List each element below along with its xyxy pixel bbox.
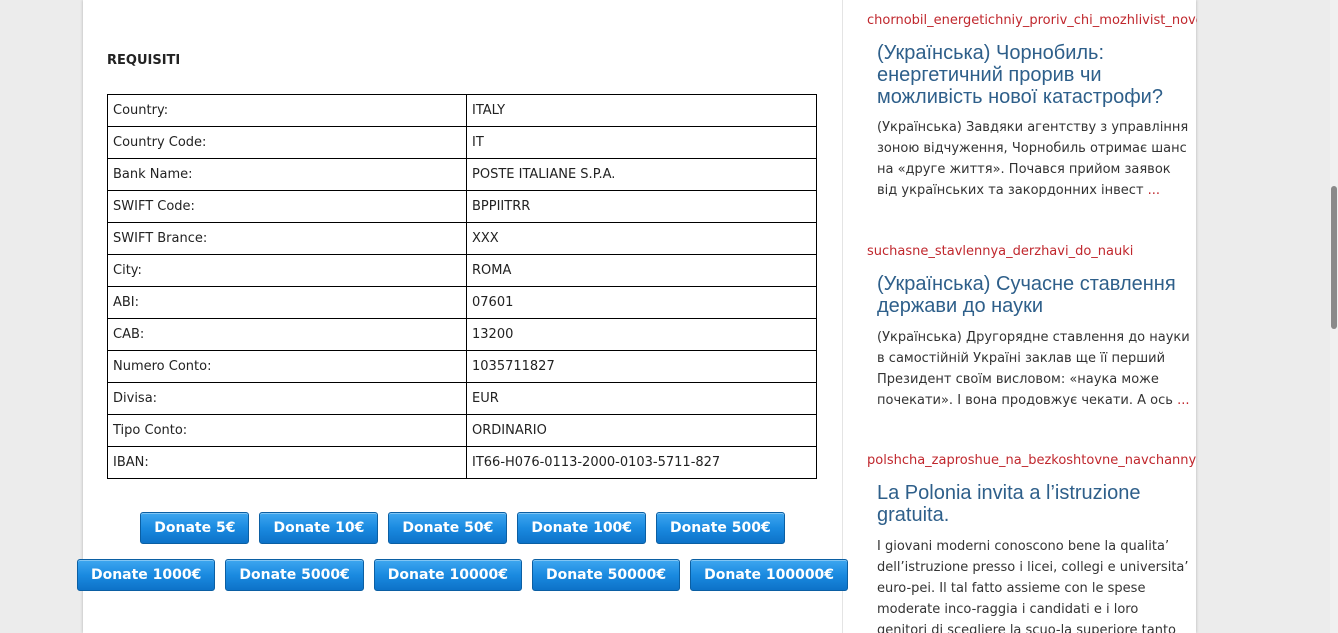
table-row: IBAN: IT66-H076-0113-2000-0103-5711-827 xyxy=(107,446,817,479)
donate-50000-button[interactable]: Donate 50000€ xyxy=(531,559,681,591)
row-value: XXX xyxy=(466,222,817,255)
table-row: SWIFT Brance: XXX xyxy=(107,222,817,255)
row-value: POSTE ITALIANE S.P.A. xyxy=(466,158,817,191)
section-title-requisiti: REQUISITI xyxy=(107,53,181,68)
table-row: SWIFT Code: BPPIITRR xyxy=(107,190,817,223)
row-label: CAB: xyxy=(107,318,467,351)
post-excerpt: (Українська) Завдяки агентству з управлі… xyxy=(877,117,1192,201)
row-label: City: xyxy=(107,254,467,287)
row-label: Country: xyxy=(107,94,467,127)
page-scrollbar[interactable] xyxy=(1330,0,1338,633)
donate-500-button[interactable]: Donate 500€ xyxy=(656,512,785,544)
sidebar: chornobil_energetichniy_proriv_chi_mozhl… xyxy=(867,0,1197,633)
row-label: Numero Conto: xyxy=(107,350,467,383)
post-title-link[interactable]: La Polonia invita a l’istruzione gratuit… xyxy=(877,482,1187,526)
donate-buttons-row-2: Donate 1000€ Donate 5000€ Donate 10000€ … xyxy=(76,559,849,591)
donate-5000-button[interactable]: Donate 5000€ xyxy=(225,559,364,591)
table-row: Bank Name: POSTE ITALIANE S.P.A. xyxy=(107,158,817,191)
row-label: Tipo Conto: xyxy=(107,414,467,447)
row-value: 1035711827 xyxy=(466,350,817,383)
post-excerpt-text: (Українська) Другорядне ставлення до нау… xyxy=(877,330,1190,408)
row-value: ORDINARIO xyxy=(466,414,817,447)
post-slug-link[interactable]: polshcha_zaproshue_na_bezkoshtovne_navch… xyxy=(867,453,1197,468)
read-more-link[interactable]: ... xyxy=(1177,393,1189,408)
donate-1000-button[interactable]: Donate 1000€ xyxy=(76,559,216,591)
table-row: Tipo Conto: ORDINARIO xyxy=(107,414,817,447)
main-content: REQUISITI Country: ITALY Country Code: IT Ba… xyxy=(76,0,849,633)
post-excerpt-text: (Українська) Завдяки агентству з управлі… xyxy=(877,120,1189,198)
post-title-link[interactable]: (Українська) Сучасне ставлення держави д… xyxy=(877,273,1187,317)
row-label: ABI: xyxy=(107,286,467,319)
table-row: CAB: 13200 xyxy=(107,318,817,351)
post-excerpt-text: I giovani moderni conoscono bene la qual… xyxy=(877,539,1189,633)
scrollbar-thumb[interactable] xyxy=(1331,186,1337,329)
post-title-link[interactable]: (Українська) Чорнобиль: енергетичний про… xyxy=(877,42,1187,108)
row-value: 07601 xyxy=(466,286,817,319)
post-excerpt: I giovani moderni conoscono bene la qual… xyxy=(877,536,1192,633)
table-row: Numero Conto: 1035711827 xyxy=(107,350,817,383)
post-slug-link[interactable]: suchasne_stavlennya_derzhavi_do_nauki xyxy=(867,244,1197,259)
table-row: Country: ITALY xyxy=(107,94,817,127)
row-value: BPPIITRR xyxy=(466,190,817,223)
donate-50-button[interactable]: Donate 50€ xyxy=(388,512,508,544)
donate-100-button[interactable]: Donate 100€ xyxy=(517,512,647,544)
table-row: ABI: 07601 xyxy=(107,286,817,319)
read-more-link[interactable]: ... xyxy=(1148,183,1160,198)
row-value: ROMA xyxy=(466,254,817,287)
row-value: IT66-H076-0113-2000-0103-5711-827 xyxy=(466,446,817,479)
row-value: IT xyxy=(466,126,817,159)
row-label: Divisa: xyxy=(107,382,467,415)
donate-100000-button[interactable]: Donate 100000€ xyxy=(690,559,849,591)
donate-buttons-row-1: Donate 5€ Donate 10€ Donate 50€ Donate 1… xyxy=(83,512,842,544)
row-label: IBAN: xyxy=(107,446,467,479)
table-row: City: ROMA xyxy=(107,254,817,287)
row-label: Bank Name: xyxy=(107,158,467,191)
table-row: Divisa: EUR xyxy=(107,382,817,415)
row-value: 13200 xyxy=(466,318,817,351)
row-value: ITALY xyxy=(466,94,817,127)
donate-10-button[interactable]: Donate 10€ xyxy=(259,512,379,544)
table-row: Country Code: IT xyxy=(107,126,817,159)
row-label: SWIFT Brance: xyxy=(107,222,467,255)
donate-10000-button[interactable]: Donate 10000€ xyxy=(373,559,522,591)
post-slug-link[interactable]: chornobil_energetichniy_proriv_chi_mozhl… xyxy=(867,13,1197,28)
donate-5-button[interactable]: Donate 5€ xyxy=(140,512,250,544)
row-label: Country Code: xyxy=(107,126,467,159)
bank-details-table: Country: ITALY Country Code: IT Bank Name: PO… xyxy=(107,94,817,479)
row-value: EUR xyxy=(466,382,817,415)
row-label: SWIFT Code: xyxy=(107,190,467,223)
page-container: REQUISITI Country: ITALY Country Code: IT Ba… xyxy=(76,0,1197,633)
post-excerpt: (Українська) Другорядне ставлення до нау… xyxy=(877,327,1192,411)
